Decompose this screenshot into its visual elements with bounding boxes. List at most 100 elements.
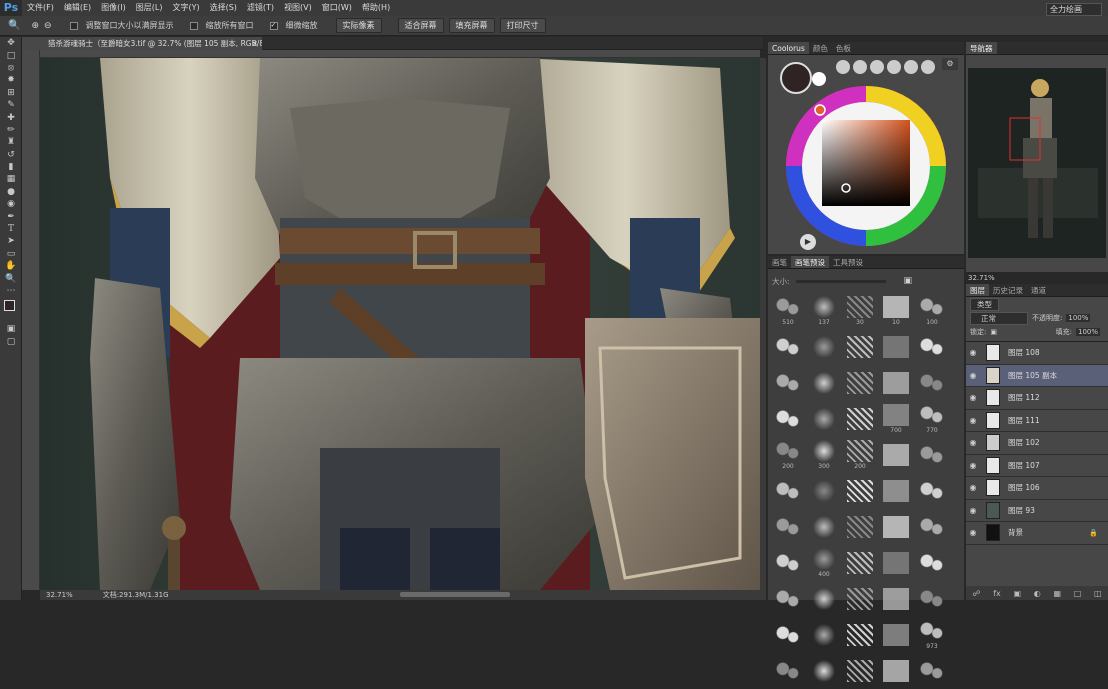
brush-preset[interactable] bbox=[914, 509, 950, 545]
layer-row[interactable]: ◉ 图层 93 bbox=[966, 500, 1108, 522]
brush-preset[interactable] bbox=[842, 581, 878, 617]
visibility-eye-icon[interactable]: ◉ bbox=[966, 483, 980, 492]
brush-preset[interactable]: 200 bbox=[770, 437, 806, 473]
gradient-tool-icon[interactable]: ▦ bbox=[0, 173, 22, 185]
layer-row[interactable]: ◉ 背景 🔒 bbox=[966, 522, 1108, 545]
brush-preset[interactable] bbox=[842, 473, 878, 509]
brush-preset[interactable]: 30 bbox=[842, 293, 878, 329]
menu-filter[interactable]: 滤镜(T) bbox=[242, 0, 279, 16]
layer-row[interactable]: ◉ 图层 102 bbox=[966, 432, 1108, 455]
brush-preset[interactable] bbox=[842, 545, 878, 581]
tab-history[interactable]: 历史记录 bbox=[989, 284, 1027, 296]
marquee-tool-icon[interactable]: □ bbox=[0, 49, 22, 61]
tab-layers[interactable]: 图层 bbox=[966, 284, 989, 296]
brush-preset[interactable] bbox=[770, 329, 806, 365]
visibility-eye-icon[interactable]: ◉ bbox=[966, 438, 980, 447]
brush-preset[interactable] bbox=[842, 329, 878, 365]
link-layers-icon[interactable]: ☍ bbox=[972, 589, 980, 598]
brush-preset[interactable] bbox=[770, 509, 806, 545]
brush-preset[interactable]: 400 bbox=[806, 545, 842, 581]
adjustment-icon[interactable]: ◐ bbox=[1034, 589, 1041, 598]
brush-preset[interactable] bbox=[806, 401, 842, 437]
print-size-button[interactable]: 打印尺寸 bbox=[499, 18, 546, 33]
brush-preset[interactable] bbox=[878, 653, 914, 689]
brush-preset[interactable] bbox=[914, 653, 950, 689]
brush-tool-icon[interactable]: ✏ bbox=[0, 124, 22, 136]
layer-row[interactable]: ◉ 图层 108 bbox=[966, 342, 1108, 365]
menu-help[interactable]: 帮助(H) bbox=[357, 0, 395, 16]
zoom-tool-icon-left[interactable]: 🔍 bbox=[0, 272, 22, 284]
tab-brush-presets[interactable]: 画笔预设 bbox=[791, 256, 829, 268]
shape-tool-icon[interactable]: ▭ bbox=[0, 248, 22, 260]
workspace-select[interactable]: 全力绘画 bbox=[1046, 3, 1102, 16]
brush-preset[interactable] bbox=[878, 545, 914, 581]
brush-preset[interactable] bbox=[878, 617, 914, 653]
brush-preset[interactable] bbox=[914, 365, 950, 401]
lasso-tool-icon[interactable]: ⦻ bbox=[0, 62, 22, 74]
brush-preset[interactable] bbox=[914, 545, 950, 581]
lock-icon[interactable]: ▣ bbox=[990, 328, 997, 336]
brush-preset[interactable] bbox=[878, 473, 914, 509]
pen-tool-icon[interactable]: ✒ bbox=[0, 210, 22, 222]
layer-row[interactable]: ◉ 图层 106 bbox=[966, 477, 1108, 500]
brush-preset[interactable]: 973 bbox=[914, 617, 950, 653]
brush-preset[interactable] bbox=[842, 509, 878, 545]
zoom-in-icon[interactable]: ⊕ bbox=[31, 21, 39, 31]
brush-preset[interactable] bbox=[878, 329, 914, 365]
zoom-tool-icon[interactable]: 🔍 bbox=[8, 20, 20, 31]
menu-image[interactable]: 图像(I) bbox=[96, 0, 131, 16]
brush-preset[interactable] bbox=[842, 401, 878, 437]
quick-mask-icon[interactable]: ▣ bbox=[0, 323, 22, 335]
canvas-area[interactable] bbox=[40, 58, 760, 590]
zoom-out-icon[interactable]: ⊖ bbox=[44, 21, 52, 31]
new-layer-icon[interactable]: □ bbox=[1074, 589, 1082, 598]
folder-icon[interactable]: ▦ bbox=[1053, 589, 1061, 598]
brush-preset[interactable] bbox=[806, 365, 842, 401]
brush-preset[interactable] bbox=[770, 653, 806, 689]
move-tool-icon[interactable]: ✥ bbox=[0, 37, 22, 49]
brush-preset[interactable]: 510 bbox=[770, 293, 806, 329]
actual-pixels-button[interactable]: 实际像素 bbox=[335, 18, 382, 33]
brush-preset[interactable] bbox=[842, 365, 878, 401]
eraser-tool-icon[interactable]: ▮ bbox=[0, 161, 22, 173]
layer-kind-select[interactable]: 类型 bbox=[970, 297, 999, 311]
layer-row[interactable]: ◉ 图层 112 bbox=[966, 387, 1108, 410]
secondary-color-swatch[interactable] bbox=[812, 72, 826, 86]
new-preset-icon[interactable]: ▣ bbox=[904, 276, 913, 286]
tab-channels[interactable]: 通道 bbox=[1027, 284, 1050, 296]
brush-preset[interactable] bbox=[842, 617, 878, 653]
menu-select[interactable]: 选择(S) bbox=[205, 0, 242, 16]
brush-preset[interactable] bbox=[878, 437, 914, 473]
canvas-vertical-scrollbar[interactable] bbox=[760, 58, 766, 590]
layer-row[interactable]: ◉ 图层 111 bbox=[966, 410, 1108, 432]
menu-file[interactable]: 文件(F) bbox=[22, 0, 59, 16]
brush-preset[interactable] bbox=[914, 437, 950, 473]
brush-size-slider[interactable] bbox=[795, 279, 886, 283]
tab-navigator[interactable]: 导航器 bbox=[966, 42, 997, 54]
mask-icon[interactable]: ▣ bbox=[1013, 589, 1021, 598]
fx-icon[interactable]: fx bbox=[993, 589, 1001, 598]
visibility-eye-icon[interactable]: ◉ bbox=[966, 348, 980, 357]
visibility-eye-icon[interactable]: ◉ bbox=[966, 528, 980, 537]
menu-type[interactable]: 文字(Y) bbox=[167, 0, 204, 16]
visibility-eye-icon[interactable]: ◉ bbox=[966, 393, 980, 402]
hand-tool-icon[interactable]: ✋ bbox=[0, 260, 22, 272]
menu-layer[interactable]: 图层(L) bbox=[131, 0, 168, 16]
visibility-eye-icon[interactable]: ◉ bbox=[966, 371, 980, 380]
brush-preset[interactable] bbox=[770, 365, 806, 401]
tab-color[interactable]: 颜色 bbox=[809, 42, 832, 54]
fill-screen-button[interactable]: 填充屏幕 bbox=[448, 18, 495, 33]
brush-preset[interactable] bbox=[806, 509, 842, 545]
document-tab-close-icon[interactable]: × bbox=[252, 37, 258, 50]
play-icon[interactable]: ▶ bbox=[800, 234, 816, 250]
tab-brush[interactable]: 画笔 bbox=[768, 256, 791, 268]
brush-preset[interactable] bbox=[806, 473, 842, 509]
brush-preset[interactable] bbox=[770, 545, 806, 581]
layer-row[interactable]: ◉ 图层 105 副本 bbox=[966, 364, 1108, 387]
brush-preset[interactable] bbox=[806, 617, 842, 653]
layer-row[interactable]: ◉ 图层 107 bbox=[966, 455, 1108, 477]
healing-tool-icon[interactable]: ✚ bbox=[0, 111, 22, 123]
more-tools-icon[interactable]: ⋯ bbox=[0, 285, 22, 297]
fill-input[interactable]: 100% bbox=[1075, 328, 1100, 336]
brush-preset[interactable]: 700 bbox=[878, 401, 914, 437]
